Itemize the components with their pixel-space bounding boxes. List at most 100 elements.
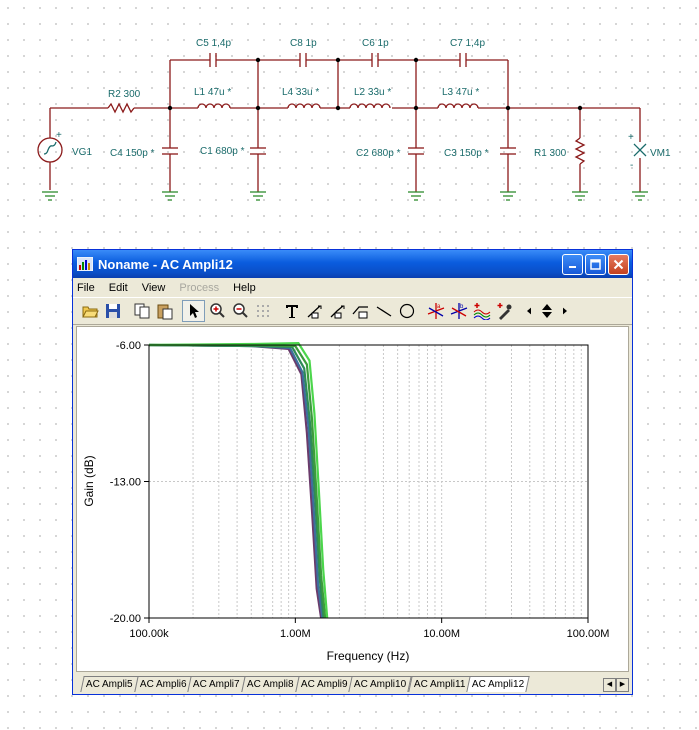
menu-file[interactable]: File	[77, 282, 95, 294]
tab-ac-ampli5[interactable]: AC Ampli5	[80, 676, 139, 692]
label-l2: L2 33u *	[354, 87, 391, 98]
arrow-right-icon	[563, 307, 567, 315]
circle-button[interactable]	[395, 300, 418, 322]
tab-ac-ampli7[interactable]: AC Ampli7	[187, 676, 246, 692]
minimize-icon	[568, 266, 576, 268]
y-tick-label: -6.00	[116, 340, 141, 352]
gain-frequency-chart: 100.00k 1.00M 10.00M 100.00M -6.00 -13.00 -20.…	[82, 340, 610, 663]
maximize-button[interactable]	[585, 253, 606, 275]
text-button[interactable]	[280, 300, 303, 322]
tab-scroll-controls: ◀ ▶	[603, 678, 629, 692]
save-icon	[105, 304, 120, 318]
label-l4: L4 33u *	[282, 87, 319, 98]
plot-area[interactable]: 100.00k 1.00M 10.00M 100.00M -6.00 -13.00 -20.…	[76, 326, 629, 672]
waves-icon	[473, 303, 490, 320]
x-tick-label: 10.00M	[423, 628, 460, 640]
tab-label: AC Ampli10	[354, 679, 407, 690]
menu-process[interactable]: Process	[179, 282, 219, 294]
tab-ac-ampli10[interactable]: AC Ampli10	[348, 676, 413, 692]
save-button[interactable]	[101, 300, 124, 322]
title-bar[interactable]: Noname - AC Ampli12	[73, 250, 632, 278]
menu-help[interactable]: Help	[233, 282, 256, 294]
svg-text:+: +	[56, 130, 62, 141]
toolbar: a b	[73, 297, 632, 325]
tab-ac-ampli8[interactable]: AC Ampli8	[241, 676, 300, 692]
grid-icon	[256, 305, 269, 317]
picker-icon	[497, 303, 511, 320]
tab-label: AC Ampli11	[413, 679, 466, 690]
circle-icon	[399, 303, 414, 319]
analysis-window: Noname - AC Ampli12 File Edit View Proce…	[72, 249, 633, 695]
tab-ac-ampli12[interactable]: AC Ampli12	[466, 676, 531, 692]
open-icon	[81, 306, 99, 318]
line-tool-3-icon	[352, 306, 368, 319]
menu-bar: File Edit View Process Help	[73, 278, 632, 297]
tab-label: AC Ampli7	[193, 679, 240, 690]
open-button[interactable]	[78, 300, 101, 322]
tab-scroll-right[interactable]: ▶	[616, 678, 629, 692]
x-tick-label: 100.00M	[567, 628, 610, 640]
cursor-b-button[interactable]: b	[447, 300, 470, 322]
label-c8: C8 1p	[290, 38, 317, 49]
line-icon	[376, 306, 391, 317]
y-axis-label: Gain (dB)	[82, 455, 96, 506]
chart-ticks: 100.00k 1.00M 10.00M 100.00M -6.00 -13.00 -20.…	[110, 340, 610, 640]
picker-button[interactable]	[493, 300, 516, 322]
scroll-left-button[interactable]	[522, 300, 536, 322]
line-tool-3-button[interactable]	[349, 300, 372, 322]
y-tick-label: -13.00	[110, 477, 141, 489]
svg-text:+: +	[628, 132, 634, 143]
svg-text:-: -	[630, 160, 633, 171]
sheet-tab-bar: AC Ampli5 AC Ampli6 AC Ampli7 AC Ampli8 AC A…	[76, 676, 629, 692]
circuit-schematic: + + - C5 1,4p C8 1p C6 1p C7 1,4p R2 300…	[37, 38, 671, 201]
chart-series	[148, 341, 329, 619]
label-vg1: VG1	[72, 147, 92, 158]
label-l3: L3 47u *	[442, 87, 479, 98]
tab-label: AC Ampli8	[246, 679, 294, 690]
tab-ac-ampli9[interactable]: AC Ampli9	[295, 676, 354, 692]
cursor-a-icon: a	[427, 303, 444, 319]
grid-button[interactable]	[251, 300, 274, 322]
line-tool-2-icon	[330, 305, 344, 319]
label-c3: C3 150p *	[444, 148, 489, 159]
line-button[interactable]	[372, 300, 395, 322]
y-tick-label: -20.00	[110, 613, 141, 625]
tab-ac-ampli11[interactable]: AC Ampli11	[407, 676, 471, 692]
maximize-icon	[590, 258, 601, 270]
label-c2: C2 680p *	[356, 148, 401, 159]
zoom-out-button[interactable]	[228, 300, 251, 322]
line-tool-2-button[interactable]	[326, 300, 349, 322]
scroll-right-button[interactable]	[558, 300, 572, 322]
text-icon	[285, 305, 298, 318]
line-tool-1-button[interactable]	[303, 300, 326, 322]
tab-label: AC Ampli9	[300, 679, 348, 690]
series-line-5	[148, 341, 329, 619]
minimize-button[interactable]	[562, 253, 583, 275]
zoom-in-icon	[209, 303, 225, 318]
cursor-b-icon: b	[450, 303, 467, 319]
arrow-updown-icon	[542, 304, 552, 318]
paste-icon	[157, 304, 172, 320]
arrow-left-icon	[527, 307, 531, 315]
close-icon	[613, 259, 624, 269]
zoom-in-button[interactable]	[205, 300, 228, 322]
menu-edit[interactable]: Edit	[109, 282, 128, 294]
menu-view[interactable]: View	[142, 282, 166, 294]
pointer-icon	[189, 304, 199, 318]
pointer-button[interactable]	[182, 300, 205, 322]
cursor-a-button[interactable]: a	[424, 300, 447, 322]
close-button[interactable]	[608, 253, 629, 275]
app-icon	[77, 257, 93, 271]
tab-scroll-left[interactable]: ◀	[603, 678, 616, 692]
copy-button[interactable]	[130, 300, 153, 322]
waves-button[interactable]	[470, 300, 493, 322]
label-r1: R1 300	[534, 148, 567, 159]
label-c4: C4 150p *	[110, 148, 155, 159]
tab-ac-ampli6[interactable]: AC Ampli6	[133, 676, 193, 692]
label-l1: L1 47u *	[194, 87, 231, 98]
paste-button[interactable]	[153, 300, 176, 322]
tab-label: AC Ampli12	[472, 679, 525, 690]
label-r2: R2 300	[108, 89, 141, 100]
scroll-updown-button[interactable]	[536, 300, 558, 322]
x-tick-label: 100.00k	[129, 628, 169, 640]
